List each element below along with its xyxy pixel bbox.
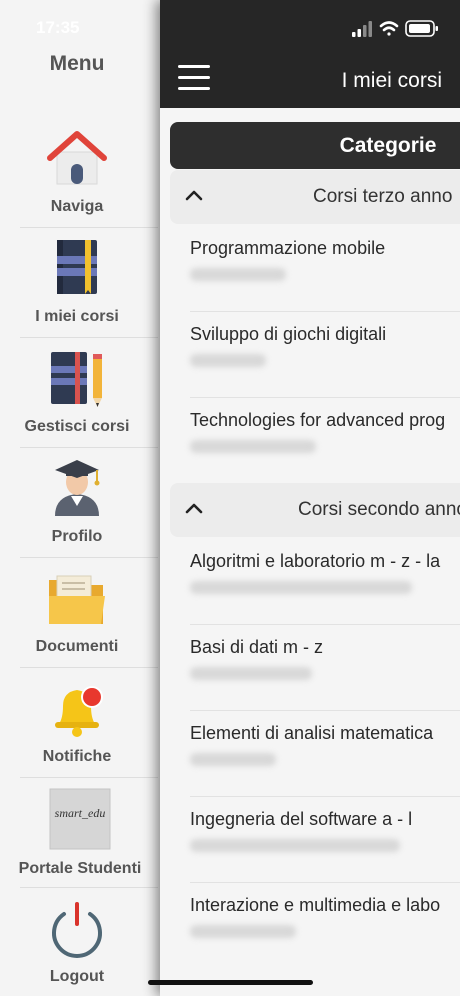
- menu-item-naviga[interactable]: Naviga: [0, 118, 158, 228]
- menu-item-i-miei-corsi[interactable]: I miei corsi: [0, 228, 158, 338]
- home-icon: [47, 131, 107, 185]
- menu-item-documenti[interactable]: Documenti: [0, 558, 158, 668]
- course-item[interactable]: Elementi di analisi matematica: [160, 711, 460, 797]
- menu-item-portale-studenti[interactable]: smart_edu Portale Studenti: [0, 778, 158, 888]
- course-teacher-blurred: [190, 925, 296, 938]
- categories-button[interactable]: Categorie: [170, 122, 460, 169]
- course-title: Ingegneria del software a - l: [190, 809, 413, 829]
- smart-edu-icon: smart_edu: [49, 788, 111, 850]
- home-indicator[interactable]: [148, 980, 313, 985]
- menu-label-gestisci-corsi: Gestisci corsi: [24, 418, 130, 435]
- course-teacher-blurred: [190, 839, 400, 852]
- course-title: Sviluppo di giochi digitali: [190, 324, 387, 344]
- course-title: Technologies for advanced prog: [190, 410, 446, 430]
- side-menu: 17:35 Menu Naviga I miei corsi Gestisci …: [0, 0, 160, 996]
- section-title: Corsi terzo anno: [313, 186, 453, 207]
- course-item[interactable]: Basi di dati m - z: [160, 625, 460, 711]
- menu-item-notifiche[interactable]: Notifiche: [0, 668, 158, 778]
- menu-label-i-miei-corsi: I miei corsi: [35, 308, 119, 325]
- battery-icon: [405, 20, 438, 37]
- course-teacher-blurred: [190, 440, 316, 453]
- app-header: I miei corsi: [160, 0, 460, 108]
- course-item[interactable]: Programmazione mobile: [160, 226, 460, 312]
- status-icons: [352, 20, 438, 37]
- course-title: Programmazione mobile: [190, 238, 386, 258]
- course-item[interactable]: Technologies for advanced prog: [160, 398, 460, 484]
- folder-icon: [49, 575, 105, 624]
- status-time: 17:35: [36, 18, 80, 37]
- menu-label-documenti: Documenti: [35, 638, 119, 655]
- course-teacher-blurred: [190, 354, 266, 367]
- section-header-secondo-anno[interactable]: Corsi secondo anno: [170, 483, 460, 537]
- course-teacher-blurred: [190, 581, 412, 594]
- wifi-icon: [379, 21, 399, 36]
- graduate-icon: [55, 460, 100, 516]
- app-screen: 17:35 Menu Naviga I miei corsi Gestisci …: [0, 0, 460, 996]
- course-teacher-blurred: [190, 753, 276, 766]
- chevron-up-icon: [185, 190, 203, 201]
- menu-item-gestisci-corsi[interactable]: Gestisci corsi: [0, 338, 158, 448]
- hamburger-menu-icon[interactable]: [178, 65, 212, 91]
- books-pencil-icon: [51, 352, 102, 407]
- page-title: I miei corsi: [341, 69, 442, 92]
- menu-label-logout: Logout: [49, 968, 105, 985]
- course-item[interactable]: Sviluppo di giochi digitali: [160, 312, 460, 398]
- course-item[interactable]: Interazione e multimedia e labo: [160, 883, 460, 969]
- main-panel: I miei corsi Categorie Corsi terzo anno …: [160, 0, 460, 996]
- course-teacher-blurred: [190, 667, 312, 680]
- course-title: Algoritmi e laboratorio m - z - la: [190, 551, 441, 571]
- chevron-up-icon: [185, 503, 203, 514]
- menu-label-notifiche: Notifiche: [42, 748, 112, 765]
- bell-icon: [55, 686, 103, 737]
- course-title: Interazione e multimedia e labo: [190, 895, 441, 915]
- course-item[interactable]: Algoritmi e laboratorio m - z - la: [160, 539, 460, 625]
- section-title: Corsi secondo anno: [298, 499, 460, 520]
- course-title: Basi di dati m - z: [190, 637, 324, 657]
- menu-item-logout[interactable]: Logout: [0, 888, 158, 996]
- menu-title: Menu: [49, 52, 105, 75]
- book-icon: [57, 240, 97, 294]
- course-title: Elementi di analisi matematica: [190, 723, 434, 743]
- menu-item-profilo[interactable]: Profilo: [0, 448, 158, 558]
- power-icon: [52, 902, 102, 958]
- categories-label: Categorie: [339, 134, 437, 157]
- course-teacher-blurred: [190, 268, 286, 281]
- section-header-terzo-anno[interactable]: Corsi terzo anno: [170, 170, 460, 224]
- course-item[interactable]: Ingegneria del software a - l: [160, 797, 460, 883]
- menu-label-profilo: Profilo: [51, 528, 103, 545]
- menu-label-naviga: Naviga: [50, 198, 104, 215]
- svg-text:smart_edu: smart_edu: [55, 806, 106, 820]
- menu-label-portale-studenti: Portale Studenti: [18, 860, 142, 877]
- signal-icon: [352, 21, 372, 37]
